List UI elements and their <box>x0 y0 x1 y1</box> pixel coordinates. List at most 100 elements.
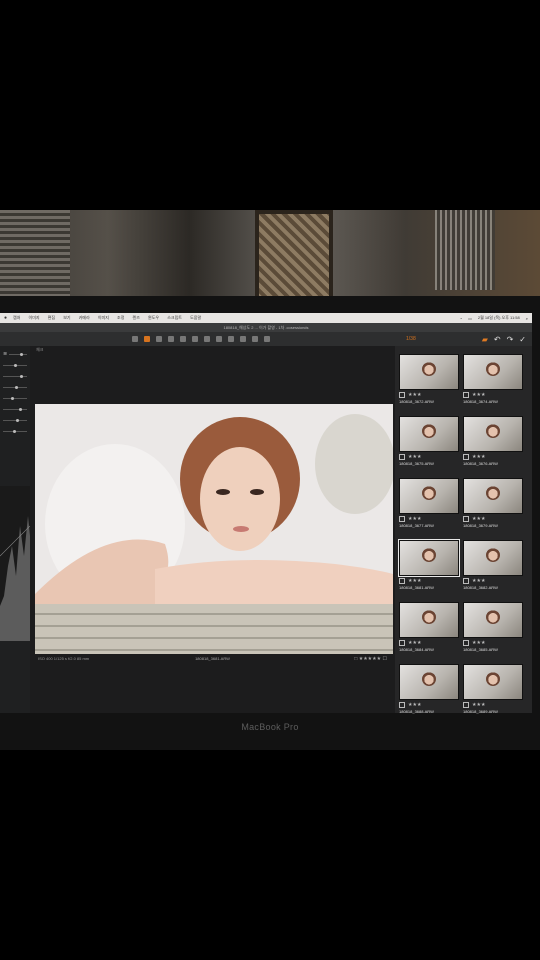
thumbnail[interactable]: ★★★ 180818_3675.ARW <box>399 416 459 468</box>
select-checkbox[interactable] <box>463 516 469 522</box>
keystone-tool-icon[interactable] <box>192 336 198 342</box>
menu-item[interactable]: 도움말 <box>190 315 201 320</box>
zoom-tool-icon[interactable] <box>156 336 162 342</box>
thumbnail-image[interactable] <box>399 602 459 638</box>
thumbnail[interactable]: ★★★ 180818_3689.ARW <box>463 664 523 716</box>
thumbnail[interactable]: ★★★ 180818_3679.ARW <box>463 478 523 530</box>
heal-tool-icon[interactable] <box>252 336 258 342</box>
thumbnail[interactable]: ★★★ 180818_3672.ARW <box>399 354 459 406</box>
wall-frame <box>255 210 333 303</box>
thumbnail[interactable]: ★★★ 180818_3676.ARW <box>463 416 523 468</box>
menu-item[interactable]: 이미지 <box>98 315 109 320</box>
rating-stars[interactable]: □ ★★★★★ ☐ <box>354 656 387 662</box>
redo-icon[interactable]: ↷ <box>507 335 514 344</box>
thumbnail-image[interactable] <box>399 478 459 514</box>
thumbnail-rating[interactable]: ★★★ <box>472 454 485 460</box>
copy-adjustments-icon[interactable]: ▰ <box>482 335 488 344</box>
menu-item[interactable]: 스크립트 <box>167 315 182 320</box>
crop-tool-icon[interactable] <box>168 336 174 342</box>
thumbnail-rating[interactable]: ★★★ <box>472 640 485 646</box>
thumbnail-image[interactable] <box>399 416 459 452</box>
contrast-slider[interactable] <box>3 363 27 367</box>
shadow-slider[interactable] <box>3 407 27 411</box>
apple-icon[interactable]: ● <box>4 315 7 321</box>
menu-item[interactable]: 보기 <box>63 315 70 320</box>
thumbnail-rating[interactable]: ★★★ <box>408 516 421 522</box>
thumbnail-name: 180818_3677.ARW <box>399 523 434 528</box>
thumbnail-image[interactable] <box>463 354 523 390</box>
thumbnail-image[interactable] <box>399 354 459 390</box>
highlight-slider[interactable] <box>3 396 27 400</box>
thumbnail-image[interactable] <box>463 416 523 452</box>
select-checkbox[interactable] <box>463 702 469 708</box>
select-checkbox[interactable] <box>399 702 405 708</box>
thumbnail-rating[interactable]: ★★★ <box>408 640 421 646</box>
image-viewer: 체크 ISO 400 1/125 s f/2.0 85 mm 180818_36… <box>30 346 395 713</box>
rotate-tool-icon[interactable] <box>180 336 186 342</box>
menu-item[interactable]: 렌즈 <box>133 315 140 320</box>
select-checkbox[interactable] <box>399 392 405 398</box>
brush-tool-icon[interactable] <box>216 336 222 342</box>
thumbnail-rating[interactable]: ★★★ <box>472 702 485 708</box>
thumbnail-image[interactable] <box>399 664 459 700</box>
cursor-tool-icon[interactable] <box>132 336 138 342</box>
structure-slider[interactable] <box>3 429 27 433</box>
thumbnail-image[interactable] <box>463 602 523 638</box>
menu-item[interactable]: 카메라 <box>79 315 90 320</box>
thumbnail[interactable]: ★★★ 180818_3674.ARW <box>463 354 523 406</box>
select-checkbox[interactable] <box>463 392 469 398</box>
saturation-slider[interactable] <box>3 385 27 389</box>
select-checkbox[interactable] <box>463 640 469 646</box>
pan-tool-icon[interactable] <box>144 336 150 342</box>
select-checkbox[interactable] <box>399 640 405 646</box>
thumbnail-image[interactable] <box>463 478 523 514</box>
mask-tool-icon[interactable] <box>204 336 210 342</box>
menu-item[interactable]: 윈도우 <box>148 315 159 320</box>
adjust-icon[interactable]: ≋ <box>3 351 7 357</box>
eraser-tool-icon[interactable] <box>228 336 234 342</box>
thumbnail-rating[interactable]: ★★★ <box>472 392 485 398</box>
thumbnail[interactable]: ★★★ 180818_3685.ARW <box>463 602 523 654</box>
gradient-tool-icon[interactable] <box>240 336 246 342</box>
background-room <box>0 210 540 305</box>
select-checkbox[interactable] <box>463 454 469 460</box>
clarity-slider[interactable] <box>3 418 27 422</box>
thumbnail[interactable]: ★★★ 180818_3684.ARW <box>399 602 459 654</box>
undo-icon[interactable]: ↶ <box>494 335 501 344</box>
menu-clock[interactable]: 2월 18일 (목) 오후 11:58 <box>478 315 520 321</box>
main-photo[interactable] <box>35 404 393 654</box>
search-icon[interactable]: ⌕ <box>526 316 528 321</box>
select-checkbox[interactable] <box>399 516 405 522</box>
thumbnail-image[interactable] <box>398 539 460 577</box>
apply-icon[interactable]: ✓ <box>519 335 526 344</box>
thumbnail-rating[interactable]: ★★★ <box>472 516 485 522</box>
menu-item[interactable]: 조정 <box>117 315 124 320</box>
battery-icon[interactable]: ▭ <box>468 316 472 321</box>
menu-item[interactable]: 이미지 <box>29 315 40 320</box>
select-checkbox[interactable] <box>399 578 405 584</box>
thumbnail-rating[interactable]: ★★★ <box>408 578 421 584</box>
exposure-slider[interactable] <box>9 352 27 356</box>
thumbnail-rating[interactable]: ★★★ <box>408 702 421 708</box>
select-checkbox[interactable] <box>399 454 405 460</box>
brightness-slider[interactable] <box>3 374 27 378</box>
wifi-icon[interactable]: ◔ <box>460 316 462 321</box>
thumbnail-rating[interactable]: ★★★ <box>408 454 421 460</box>
thumbnail[interactable]: ★★★ 180818_3688.ARW <box>399 664 459 716</box>
adjust-row <box>3 384 27 390</box>
thumbnail-name: 180818_3681.ARW <box>399 585 434 590</box>
menu-item[interactable]: 편집 <box>48 315 55 320</box>
thumbnail-name: 180818_3684.ARW <box>399 647 434 652</box>
thumbnail-image[interactable] <box>463 540 523 576</box>
thumbnail-name: 180818_3685.ARW <box>463 647 498 652</box>
select-checkbox[interactable] <box>463 578 469 584</box>
thumbnail-selected[interactable]: ★★★ 180818_3681.ARW <box>398 539 460 592</box>
thumbnail-rating[interactable]: ★★★ <box>472 578 485 584</box>
thumbnail-browser: ★★★ 180818_3672.ARW ★★★ 180818_3674.ARW … <box>395 346 532 716</box>
picker-tool-icon[interactable] <box>264 336 270 342</box>
thumbnail[interactable]: ★★★ 180818_3682.ARW <box>463 540 523 592</box>
thumbnail-image[interactable] <box>463 664 523 700</box>
menu-item[interactable]: 캡처 <box>13 315 20 320</box>
thumbnail[interactable]: ★★★ 180818_3677.ARW <box>399 478 459 530</box>
thumbnail-rating[interactable]: ★★★ <box>408 392 421 398</box>
